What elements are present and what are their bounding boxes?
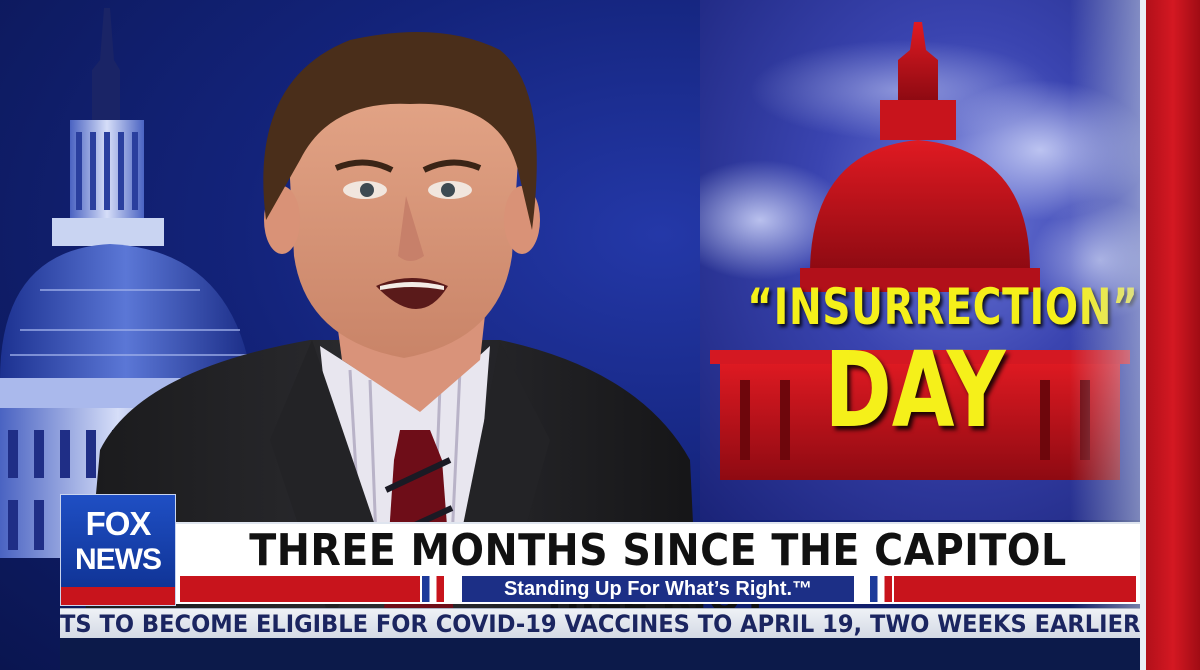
flag-stripe-right [870, 576, 892, 602]
graphic-quote-text: “INSURRECTION” [747, 278, 1139, 336]
lower-third-tagline-bar: Standing Up For What’s Right.™ [176, 574, 1140, 604]
network-logo: FOX NEWS [60, 494, 176, 606]
show-tagline: Standing Up For What’s Right.™ [462, 576, 854, 602]
edge-red-bar [1146, 0, 1200, 670]
news-ticker: TS TO BECOME ELIGIBLE FOR COVID-19 VACCI… [60, 608, 1140, 639]
broadcast-frame: “INSURRECTION” DAY FOX NEWS THREE MONTHS… [0, 0, 1200, 670]
tagline-red-band-right [894, 576, 1136, 602]
ticker-text: TS TO BECOME ELIGIBLE FOR COVID-19 VACCI… [60, 610, 1140, 638]
ticker-under-strip [60, 638, 1140, 670]
logo-red-stripe [61, 587, 175, 605]
flag-stripe-left [422, 576, 444, 602]
tagline-red-band-left [180, 576, 420, 602]
graphic-day-text: DAY [824, 329, 1006, 451]
logo-text-line1: FOX [85, 505, 152, 542]
lower-third-headline-bar: THREE MONTHS SINCE THE CAPITOL HILL RIOT [176, 522, 1140, 620]
logo-text-line2: NEWS [75, 543, 162, 576]
